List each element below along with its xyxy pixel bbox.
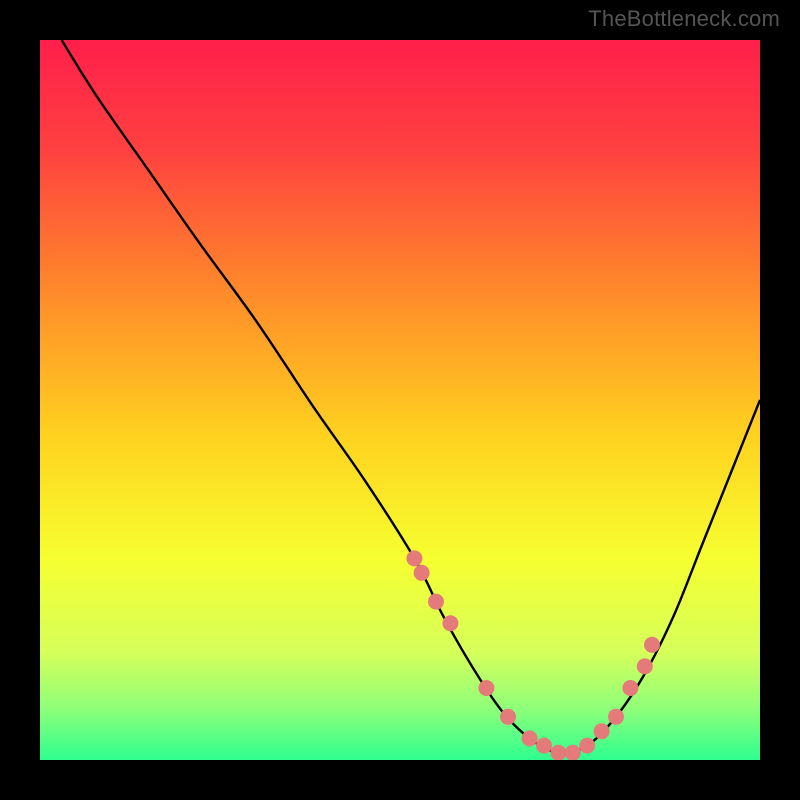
watermark-text: TheBottleneck.com [588,6,780,32]
chart-frame: TheBottleneck.com [0,0,800,800]
marker-dot [536,738,552,754]
marker-dot [500,709,516,725]
marker-dot [522,730,538,746]
marker-dot [406,550,422,566]
marker-dot [478,680,494,696]
marker-dot [594,723,610,739]
marker-dot [414,565,430,581]
marker-dot [644,637,660,653]
marker-dot [608,709,624,725]
marker-dot [442,615,458,631]
marker-dot [579,738,595,754]
marker-dot [637,658,653,674]
chart-svg [40,40,760,760]
marker-dot [622,680,638,696]
bottleneck-chart [40,40,760,760]
marker-dot [428,594,444,610]
